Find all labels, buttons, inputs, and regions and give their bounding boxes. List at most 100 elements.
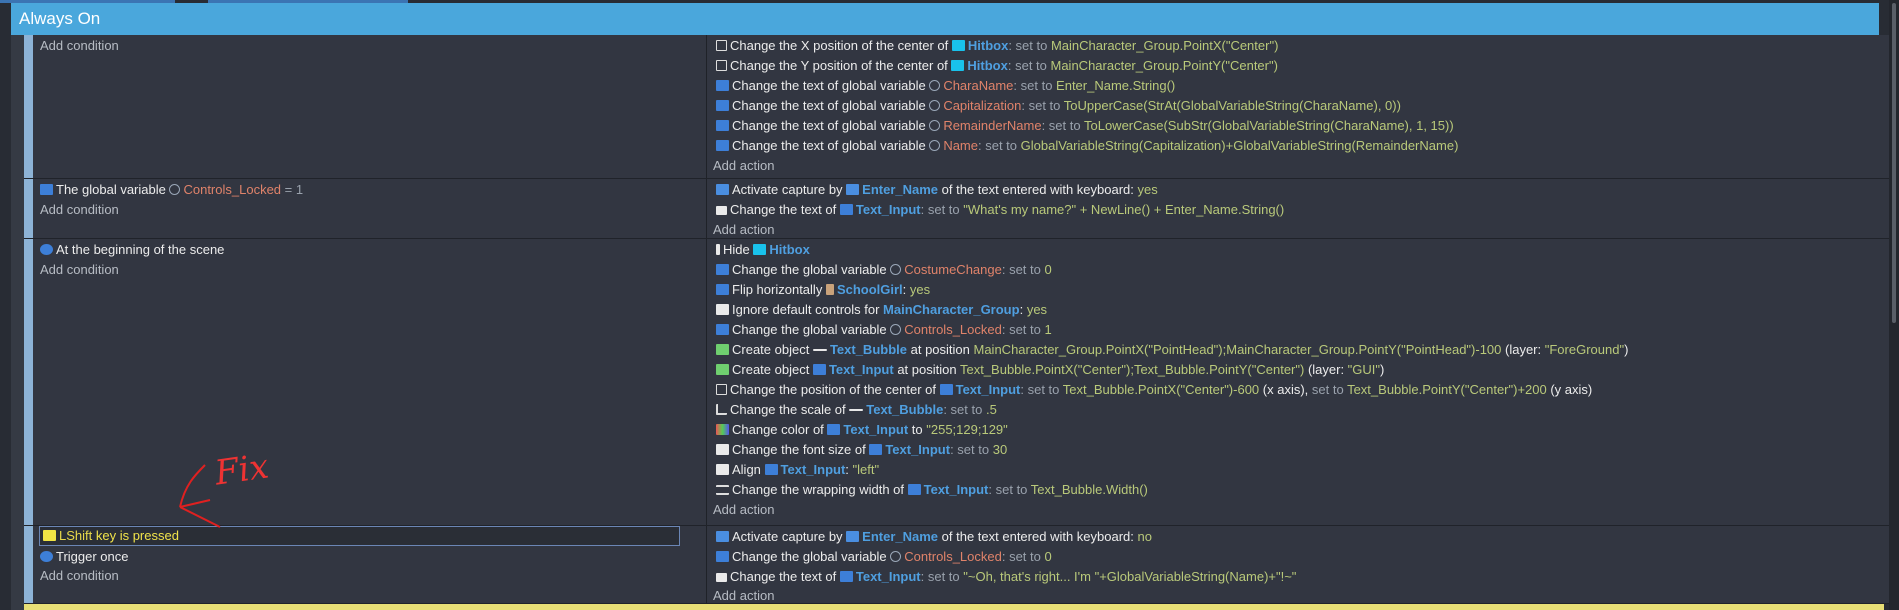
schoolgirl-sprite-icon (825, 284, 834, 295)
flip-icon (716, 284, 729, 295)
text-object-icon (939, 384, 953, 395)
conditions-column: The global variable Controls_Locked = 1 … (33, 179, 707, 238)
text-entry-object-icon (846, 184, 860, 195)
next-event-bar[interactable] (24, 604, 1884, 610)
trigger-once-icon (40, 551, 53, 562)
action-row[interactable]: Activate capture by Enter_Name of the te… (716, 527, 1152, 547)
event-bar[interactable] (24, 526, 33, 603)
action-row[interactable]: Align Text_Input: "left" (716, 460, 879, 480)
text-object-icon (764, 464, 778, 475)
action-row[interactable]: Activate capture by Enter_Name of the te… (716, 180, 1158, 200)
actions-column: Activate capture by Enter_Name of the te… (707, 179, 1892, 238)
text-icon (716, 206, 727, 215)
font-size-icon (716, 444, 729, 455)
action-row[interactable]: Change the text of Text_Input: set to "~… (716, 567, 1296, 587)
action-row[interactable]: Change the text of Text_Input: set to "W… (716, 200, 1284, 220)
checkbox-icon (716, 40, 727, 51)
variable-icon (890, 551, 902, 562)
add-action-link[interactable]: Add action (713, 586, 774, 606)
checkbox-icon (716, 60, 727, 71)
number-variable-icon (716, 324, 729, 335)
keyboard-icon (716, 184, 729, 195)
action-row[interactable]: Flip horizontally SchoolGirl: yes (716, 280, 930, 300)
action-row[interactable]: Change the global variable Controls_Lock… (716, 320, 1052, 340)
text-action-icon (716, 80, 729, 91)
text-bubble-object-icon (849, 409, 864, 411)
position-icon (716, 384, 727, 395)
action-row[interactable]: Ignore default controls for MainCharacte… (716, 300, 1047, 320)
create-object-icon (716, 344, 729, 355)
event-2[interactable]: The global variable Controls_Locked = 1 … (24, 179, 1892, 239)
variable-icon (929, 80, 941, 91)
number-variable-icon (716, 551, 729, 562)
variable-icon (929, 140, 941, 151)
variable-icon (929, 120, 941, 131)
add-condition-link[interactable]: Add condition (40, 260, 119, 280)
text-action-icon (716, 120, 729, 131)
action-row[interactable]: Change the text of global variable Chara… (716, 76, 1175, 96)
action-row[interactable]: Change the font size of Text_Input: set … (716, 440, 1007, 460)
action-row[interactable]: Change the global variable Controls_Lock… (716, 547, 1052, 567)
action-row[interactable]: Change color of Text_Input to "255;129;1… (716, 420, 1008, 440)
fix-annotation-text: Fix (212, 446, 272, 494)
add-action-link[interactable]: Add action (713, 220, 774, 240)
actions-column: Activate capture by Enter_Name of the te… (707, 526, 1892, 603)
action-row[interactable]: Change the text of global variable Capit… (716, 96, 1401, 116)
condition-row[interactable]: Trigger once (40, 547, 129, 567)
selected-condition-lshift[interactable]: LShift key is pressed (39, 526, 680, 546)
condition-row[interactable]: At the beginning of the scene (40, 240, 224, 260)
align-icon (716, 464, 729, 475)
variable-icon (169, 184, 181, 195)
condition-row[interactable]: LShift key is pressed (43, 526, 179, 546)
keyboard-icon (716, 531, 729, 542)
variable-icon (929, 100, 941, 111)
action-row[interactable]: Create object Text_Bubble at position Ma… (716, 340, 1628, 360)
number-variable-icon (40, 184, 53, 195)
action-row[interactable]: Change the text of global variable Remai… (716, 116, 1454, 136)
actions-column: Change the X position of the center of H… (707, 35, 1892, 178)
hitbox-icon (951, 40, 965, 51)
event-bar[interactable] (24, 35, 33, 178)
action-row[interactable]: Change the Y position of the center of H… (716, 56, 1278, 76)
text-object-icon (812, 364, 826, 375)
scrollbar-thumb[interactable] (1892, 3, 1896, 323)
text-object-icon (907, 484, 921, 495)
action-row[interactable]: Change the scale of Text_Bubble: set to … (716, 400, 997, 420)
event-1[interactable]: Add condition Change the X position of t… (24, 35, 1892, 179)
group-rail (11, 35, 24, 610)
controls-icon (716, 304, 729, 315)
hitbox-icon (951, 60, 965, 71)
action-row[interactable]: Change the global variable CostumeChange… (716, 260, 1052, 280)
action-row[interactable]: Hide Hitbox (716, 240, 810, 260)
number-variable-icon (716, 264, 729, 275)
hitbox-icon (753, 244, 767, 255)
event-bar[interactable] (24, 179, 33, 238)
conditions-column: Add condition (33, 35, 707, 178)
action-row[interactable]: Change the text of global variable Name:… (716, 136, 1458, 156)
add-condition-link[interactable]: Add condition (40, 200, 119, 220)
text-object-icon (827, 424, 841, 435)
hide-icon (716, 244, 720, 255)
create-object-icon (716, 364, 729, 375)
text-object-icon (839, 571, 853, 582)
action-row[interactable]: Create object Text_Input at position Tex… (716, 360, 1384, 380)
vertical-scrollbar[interactable] (1889, 0, 1899, 610)
add-condition-link[interactable]: Add condition (40, 36, 119, 56)
action-row[interactable]: Change the wrapping width of Text_Input:… (716, 480, 1148, 500)
action-row[interactable]: Change the X position of the center of H… (716, 36, 1278, 56)
group-header-always-on[interactable]: Always On (11, 3, 1879, 35)
text-action-icon (716, 100, 729, 111)
conditions-column: At the beginning of the scene Add condit… (33, 239, 707, 525)
text-bubble-object-icon (812, 349, 827, 351)
scale-icon (716, 404, 727, 415)
scene-start-icon (40, 244, 53, 255)
wrapping-icon (716, 485, 729, 495)
event-bar[interactable] (24, 239, 33, 525)
add-action-link[interactable]: Add action (713, 156, 774, 176)
condition-row[interactable]: The global variable Controls_Locked = 1 (40, 180, 303, 200)
add-action-link[interactable]: Add action (713, 500, 774, 520)
action-row[interactable]: Change the position of the center of Tex… (716, 380, 1592, 400)
text-icon (716, 573, 727, 582)
add-condition-link[interactable]: Add condition (40, 566, 119, 586)
keyboard-key-icon (43, 530, 56, 541)
